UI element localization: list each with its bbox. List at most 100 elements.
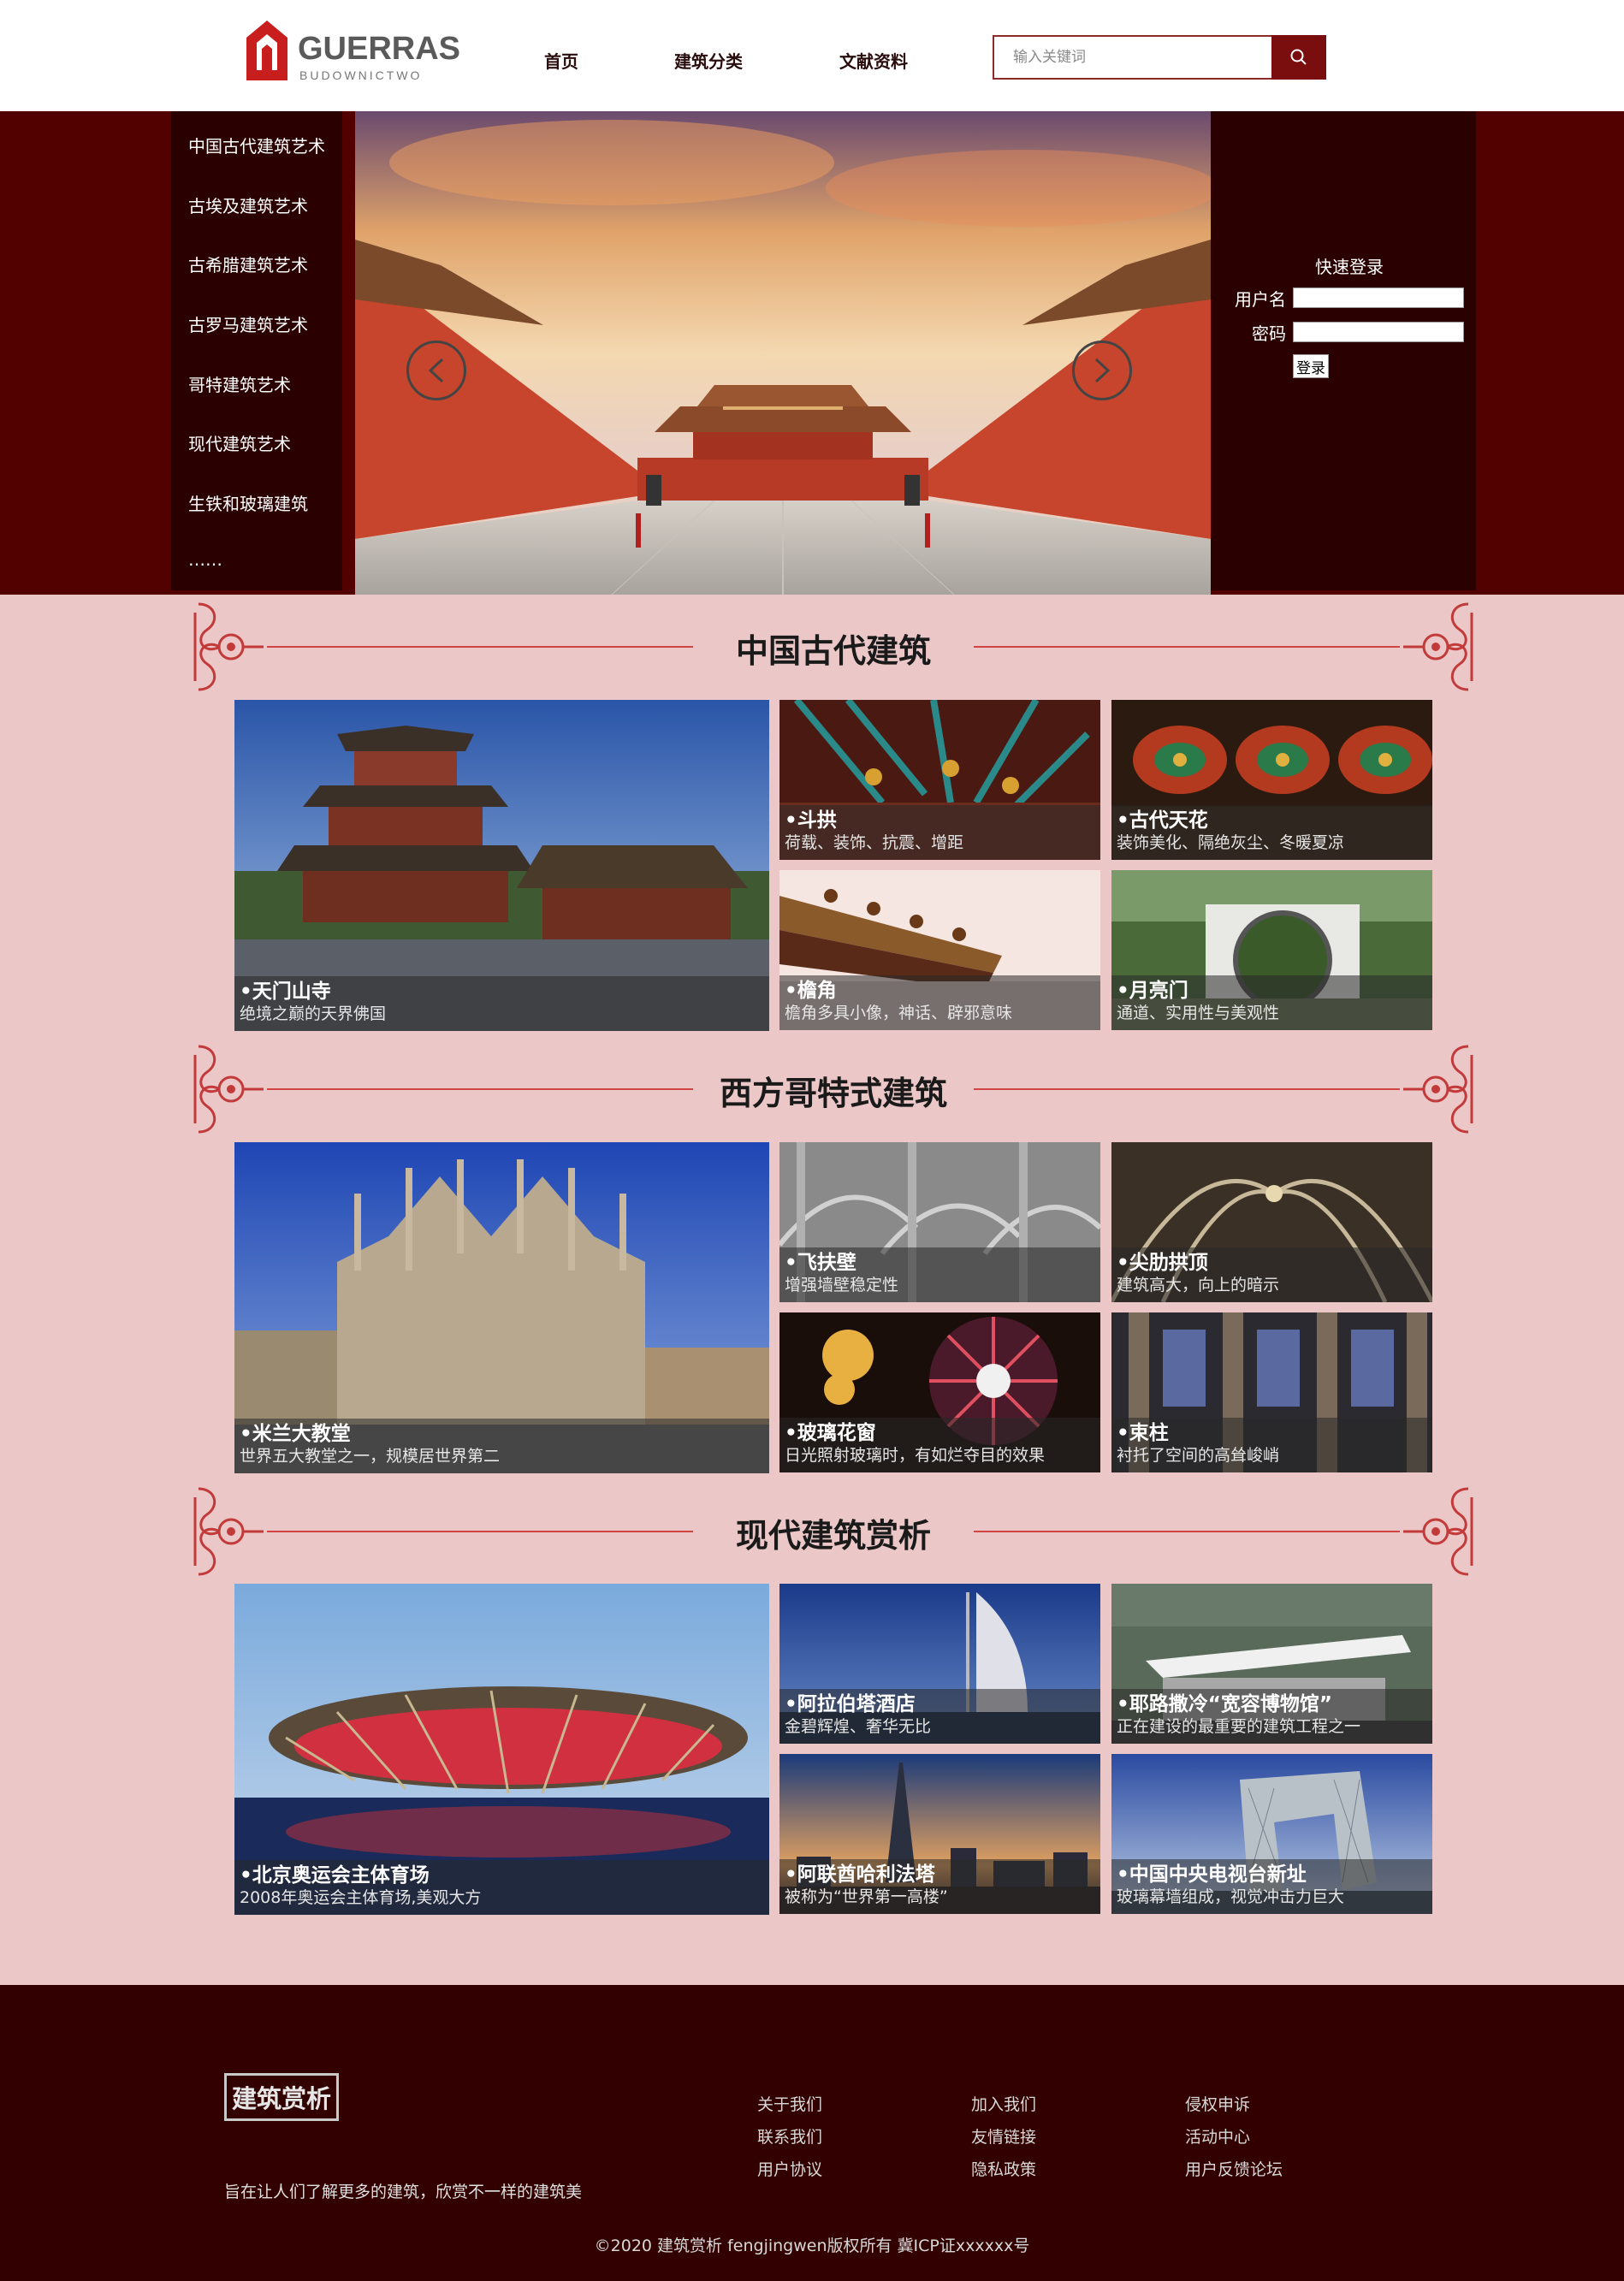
- tile-title: •北京奥运会主体育场: [240, 1864, 430, 1887]
- feature-tile-tolerance-museum[interactable]: •耶路撒冷“宽容博物馆” 正在建设的最重要的建筑工程之一: [1111, 1584, 1432, 1744]
- tile-caption: •束柱 衬托了空间的高耸峻峭: [1111, 1418, 1432, 1472]
- search-button[interactable]: [1271, 35, 1326, 80]
- tile-title: •米兰大教堂: [240, 1423, 351, 1445]
- site-logo[interactable]: GUERRAS BUDOWNICTWO: [245, 19, 460, 84]
- tile-caption: •玻璃花窗 日光照射玻璃时，有如烂夺目的效果: [779, 1418, 1100, 1472]
- tile-title: •飞扶壁: [785, 1252, 856, 1274]
- footer-link-join[interactable]: 加入我们: [971, 2092, 1036, 2115]
- logo-subtitle: BUDOWNICTWO: [299, 68, 423, 82]
- tile-caption: •古代天花 装饰美化、隔绝灰尘、冬暖夏凉: [1111, 805, 1432, 860]
- tile-description: 绝境之巅的天界佛国: [240, 1004, 387, 1023]
- footer-link-contact[interactable]: 联系我们: [757, 2124, 822, 2148]
- tile-description: 金碧辉煌、奢华无比: [785, 1717, 932, 1736]
- tile-caption: •月亮门 通道、实用性与美观性: [1111, 975, 1432, 1030]
- feature-tile-birds-nest[interactable]: •北京奥运会主体育场 2008年奥运会主体育场,美观大方: [234, 1584, 769, 1915]
- nav-home[interactable]: 首页: [544, 48, 578, 73]
- password-field[interactable]: [1293, 322, 1464, 342]
- tile-description: 被称为“世界第一高楼”: [785, 1887, 948, 1906]
- section-heading-gothic: 西方哥特式建筑: [190, 1038, 1477, 1140]
- sidebar-item-greek[interactable]: 古希腊建筑艺术: [188, 252, 308, 276]
- footer-link-events[interactable]: 活动中心: [1185, 2124, 1250, 2148]
- feature-tile-tianmen-temple[interactable]: •天门山寺 绝境之巅的天界佛国: [234, 700, 769, 1031]
- sidebar-item-modern[interactable]: 现代建筑艺术: [188, 430, 291, 455]
- sidebar-item-roman[interactable]: 古罗马建筑艺术: [188, 311, 308, 336]
- feature-tile-stained-glass[interactable]: •玻璃花窗 日光照射玻璃时，有如烂夺目的效果: [779, 1312, 1100, 1472]
- carousel-next-button[interactable]: [1072, 341, 1132, 400]
- top-header: GUERRAS BUDOWNICTWO 首页 建筑分类 文献资料: [0, 0, 1624, 111]
- tile-description: 檐角多具小像，神话、辟邪意味: [785, 1004, 1013, 1022]
- search-bar: [993, 35, 1326, 80]
- sidebar-item-gothic[interactable]: 哥特建筑艺术: [188, 371, 291, 396]
- tile-description: 通道、实用性与美观性: [1117, 1004, 1280, 1022]
- section-heading-modern: 现代建筑赏析: [190, 1480, 1477, 1583]
- section-divider-right: [974, 1088, 1400, 1090]
- footer-link-infringement[interactable]: 侵权申诉: [1185, 2092, 1250, 2115]
- footer-link-friend-links[interactable]: 友情链接: [971, 2124, 1036, 2148]
- feature-tile-rib-vault[interactable]: •尖肋拱顶 建筑高大，向上的暗示: [1111, 1142, 1432, 1302]
- footer-link-feedback-forum[interactable]: 用户反馈论坛: [1185, 2157, 1283, 2180]
- password-label: 密码: [1252, 323, 1286, 344]
- sidebar-item-more[interactable]: ……: [188, 549, 222, 570]
- tile-title: •天门山寺: [240, 981, 331, 1003]
- tile-title: •耶路撒冷“宽容博物馆”: [1117, 1693, 1332, 1715]
- login-button[interactable]: 登录: [1293, 354, 1329, 378]
- search-icon: [1290, 49, 1307, 65]
- tile-title: •束柱: [1117, 1422, 1169, 1444]
- tile-title: •斗拱: [785, 809, 837, 832]
- section-title: 现代建筑赏析: [735, 1517, 931, 1555]
- ornament-right-icon: [1403, 1045, 1473, 1134]
- section-title: 中国古代建筑: [735, 632, 931, 670]
- footer-link-privacy[interactable]: 隐私政策: [971, 2157, 1036, 2180]
- footer-copyright: ©2020 建筑赏析 fengjingwen版权所有 冀ICP证xxxxxx号: [594, 2237, 1030, 2255]
- tile-description: 世界五大教堂之一，规模居世界第二: [240, 1447, 501, 1466]
- feature-tile-burj-al-arab[interactable]: •阿拉伯塔酒店 金碧辉煌、奢华无比: [779, 1584, 1100, 1744]
- feature-tile-eaves[interactable]: •檐角 檐角多具小像，神话、辟邪意味: [779, 870, 1100, 1030]
- footer-tagline: 旨在让人们了解更多的建筑，欣赏不一样的建筑美: [224, 2183, 583, 2201]
- section-divider-right: [974, 646, 1400, 648]
- tile-title: •檐角: [785, 980, 837, 1002]
- sidebar-item-chinese-ancient[interactable]: 中国古代建筑艺术: [188, 133, 325, 157]
- tile-caption: •中国中央电视台新址 玻璃幕墙组成，视觉冲击力巨大: [1111, 1859, 1432, 1914]
- ornament-right-icon: [1403, 602, 1473, 691]
- tile-description: 衬托了空间的高耸峻峭: [1117, 1446, 1280, 1465]
- tile-description: 玻璃幕墙组成，视觉冲击力巨大: [1117, 1887, 1345, 1906]
- image-carousel[interactable]: [355, 111, 1211, 595]
- footer-logo[interactable]: 建筑赏析: [224, 2073, 339, 2121]
- feature-tile-clustered-columns[interactable]: •束柱 衬托了空间的高耸峻峭: [1111, 1312, 1432, 1472]
- chevron-left-icon: [428, 358, 444, 383]
- carousel-prev-button[interactable]: [406, 341, 466, 400]
- logo-house-icon: [246, 21, 287, 80]
- tile-caption: •斗拱 荷载、装饰、抗震、增距: [779, 805, 1100, 860]
- tile-caption: •飞扶壁 增强墙壁稳定性: [779, 1247, 1100, 1302]
- footer-link-about[interactable]: 关于我们: [757, 2092, 822, 2115]
- tile-caption: •檐角 檐角多具小像，神话、辟邪意味: [779, 975, 1100, 1030]
- tile-title: •月亮门: [1117, 980, 1188, 1002]
- sidebar-item-iron-glass[interactable]: 生铁和玻璃建筑: [188, 490, 308, 515]
- tile-description: 装饰美化、隔绝灰尘、冬暖夏凉: [1117, 833, 1345, 852]
- feature-tile-flying-buttress[interactable]: •飞扶壁 增强墙壁稳定性: [779, 1142, 1100, 1302]
- tile-title: •古代天花: [1117, 809, 1208, 832]
- feature-tile-milan-cathedral[interactable]: •米兰大教堂 世界五大教堂之一，规模居世界第二: [234, 1142, 769, 1473]
- nav-literature[interactable]: 文献资料: [839, 48, 908, 73]
- feature-tile-dougong[interactable]: •斗拱 荷载、装饰、抗震、增距: [779, 700, 1100, 860]
- tile-description: 正在建设的最重要的建筑工程之一: [1117, 1717, 1361, 1736]
- tile-caption: •天门山寺 绝境之巅的天界佛国: [234, 976, 769, 1031]
- ornament-right-icon: [1403, 1487, 1473, 1576]
- feature-tile-burj-khalifa[interactable]: •阿联酋哈利法塔 被称为“世界第一高楼”: [779, 1754, 1100, 1914]
- tile-description: 荷载、装饰、抗震、增距: [785, 833, 964, 852]
- sidebar-item-egyptian[interactable]: 古埃及建筑艺术: [188, 193, 308, 217]
- category-sidebar: 中国古代建筑艺术 古埃及建筑艺术 古希腊建筑艺术 古罗马建筑艺术 哥特建筑艺术 …: [171, 111, 342, 590]
- tile-caption: •耶路撒冷“宽容博物馆” 正在建设的最重要的建筑工程之一: [1111, 1689, 1432, 1744]
- feature-tile-ceiling[interactable]: •古代天花 装饰美化、隔绝灰尘、冬暖夏凉: [1111, 700, 1432, 860]
- username-field[interactable]: [1293, 287, 1464, 308]
- tile-description: 日光照射玻璃时，有如烂夺目的效果: [785, 1446, 1046, 1465]
- nav-categories[interactable]: 建筑分类: [674, 48, 743, 73]
- feature-tile-cctv-hq[interactable]: •中国中央电视台新址 玻璃幕墙组成，视觉冲击力巨大: [1111, 1754, 1432, 1914]
- section-title: 西方哥特式建筑: [719, 1075, 947, 1112]
- search-input[interactable]: [993, 35, 1271, 80]
- site-footer: 建筑赏析 旨在让人们了解更多的建筑，欣赏不一样的建筑美 关于我们 联系我们 用户…: [0, 1985, 1624, 2281]
- footer-link-user-agreement[interactable]: 用户协议: [757, 2157, 822, 2180]
- tile-title: •阿拉伯塔酒店: [785, 1693, 916, 1715]
- chevron-right-icon: [1094, 358, 1111, 383]
- feature-tile-moon-gate[interactable]: •月亮门 通道、实用性与美观性: [1111, 870, 1432, 1030]
